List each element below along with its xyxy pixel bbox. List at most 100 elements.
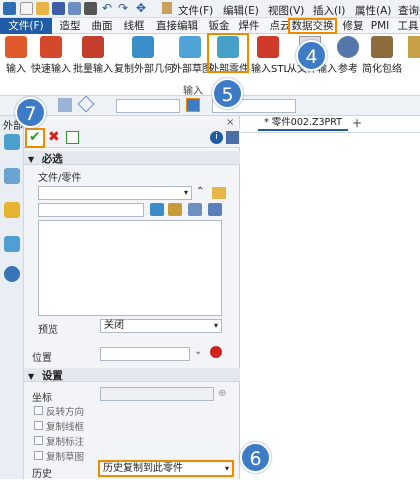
tab-divider bbox=[241, 132, 420, 133]
sketch-icon[interactable] bbox=[168, 203, 182, 216]
copy-wireframe-label: 复制线框 bbox=[46, 422, 85, 433]
undo-icon[interactable]: ↶ bbox=[102, 1, 112, 15]
user-icon[interactable] bbox=[4, 266, 20, 282]
external-sketch-icon bbox=[179, 36, 201, 58]
batch-import-icon bbox=[82, 36, 104, 58]
tools-overflow-icon[interactable] bbox=[408, 36, 420, 58]
open-folder-icon[interactable] bbox=[212, 187, 226, 199]
image-icon[interactable] bbox=[4, 236, 20, 252]
panel-close-icon[interactable]: × bbox=[226, 117, 234, 128]
filter-icon[interactable] bbox=[188, 203, 202, 216]
callout-6: 6 bbox=[240, 442, 271, 473]
import-stl-button[interactable]: 输入STL bbox=[251, 36, 289, 75]
group-label-input: 输入 bbox=[183, 86, 203, 97]
new-file-icon[interactable] bbox=[20, 2, 33, 15]
cube-icon[interactable] bbox=[4, 202, 20, 218]
simplify-wrap-icon bbox=[371, 36, 393, 58]
expand-icon[interactable]: ⌃ bbox=[196, 186, 204, 197]
open-folder-icon[interactable] bbox=[36, 2, 49, 15]
quick-import-button[interactable]: 快速输入 bbox=[31, 36, 71, 75]
collapse-icon: ▼ bbox=[28, 372, 35, 381]
section-required[interactable]: ▼ 必选 bbox=[24, 151, 240, 165]
tab-modeling[interactable]: 造型 bbox=[56, 18, 84, 34]
file-part-label: 文件/零件 bbox=[38, 173, 82, 184]
reverse-direction-label: 反转方向 bbox=[46, 407, 85, 418]
help-icon[interactable] bbox=[226, 131, 239, 144]
copy-sketch-label: 复制草图 bbox=[46, 452, 85, 463]
batch-import-button[interactable]: 批量输入 bbox=[73, 36, 113, 75]
history-label: 历史 bbox=[32, 469, 52, 480]
print-icon[interactable] bbox=[84, 2, 97, 15]
coord-label: 坐标 bbox=[32, 393, 52, 404]
import-button[interactable]: 输入 bbox=[3, 36, 29, 75]
redo-icon[interactable]: ↷ bbox=[118, 1, 128, 15]
menu-insert[interactable]: 插入(I) bbox=[313, 3, 345, 18]
part-icon[interactable] bbox=[150, 203, 164, 216]
tab-sheetmetal[interactable]: 钣金 bbox=[205, 18, 233, 34]
callout-4: 4 bbox=[296, 40, 327, 71]
menu-attributes[interactable]: 属性(A) bbox=[355, 3, 391, 18]
copy-wireframe-checkbox[interactable] bbox=[34, 421, 43, 430]
document-tab[interactable]: * 零件002.Z3PRT bbox=[258, 117, 348, 131]
tab-repair[interactable]: 修复 bbox=[340, 18, 366, 34]
quick-import-icon bbox=[40, 36, 62, 58]
document-area bbox=[241, 116, 420, 479]
save-all-icon[interactable] bbox=[68, 2, 81, 15]
history-select[interactable]: 历史复制到此零件 ▾ bbox=[98, 460, 234, 477]
copy-geometry-icon bbox=[132, 36, 154, 58]
position-label: 位置 bbox=[32, 353, 52, 364]
section-settings[interactable]: ▼ 设置 bbox=[24, 368, 240, 382]
tab-direct-edit[interactable]: 直接编辑 bbox=[152, 18, 202, 34]
chevron-down-icon[interactable]: ⌄ bbox=[194, 346, 202, 357]
book-icon[interactable] bbox=[162, 2, 172, 14]
reference-icon bbox=[337, 36, 359, 58]
assembly-icon[interactable] bbox=[4, 168, 20, 184]
import-icon bbox=[5, 36, 27, 58]
filter-combo[interactable] bbox=[116, 99, 180, 113]
add-tab-icon[interactable]: + bbox=[352, 116, 362, 130]
menu-file[interactable]: 文件(F) bbox=[178, 3, 213, 18]
preview-select[interactable]: 关闭 ▾ bbox=[100, 319, 222, 333]
tab-file[interactable]: 文件(F) bbox=[0, 18, 52, 34]
callout-5: 5 bbox=[212, 78, 243, 109]
menu-edit[interactable]: 编辑(E) bbox=[223, 3, 259, 18]
history-tree-icon[interactable] bbox=[4, 134, 20, 150]
tab-pmi[interactable]: PMI bbox=[368, 18, 392, 34]
tab-weldment[interactable]: 焊件 bbox=[235, 18, 263, 34]
ok-icon[interactable]: ✔ bbox=[29, 129, 41, 145]
copy-external-geometry-button[interactable]: 复制外部几何 bbox=[114, 36, 174, 75]
part-list[interactable] bbox=[38, 220, 222, 316]
copy-annotation-checkbox[interactable] bbox=[34, 436, 43, 445]
tab-wireframe[interactable]: 线框 bbox=[120, 18, 148, 34]
menu-query[interactable]: 查询(R) bbox=[398, 3, 420, 18]
file-part-combo[interactable]: ▾ bbox=[38, 186, 192, 200]
external-sketch-button[interactable]: 外部草图 bbox=[172, 36, 212, 75]
cancel-icon[interactable]: ✖ bbox=[48, 129, 60, 145]
tab-data-exchange[interactable]: 数据交换 bbox=[288, 18, 337, 34]
pick-icon[interactable]: ⊕ bbox=[218, 388, 226, 399]
collapse-icon: ▼ bbox=[28, 155, 35, 164]
callout-7: 7 bbox=[15, 97, 46, 128]
list-icon[interactable] bbox=[208, 203, 222, 216]
view-icon[interactable] bbox=[58, 98, 72, 112]
tab-surface[interactable]: 曲面 bbox=[88, 18, 116, 34]
coord-field[interactable] bbox=[100, 387, 214, 401]
info-icon[interactable]: i bbox=[210, 131, 223, 144]
save-icon[interactable] bbox=[52, 2, 65, 15]
settings-icon[interactable]: ✥ bbox=[136, 1, 146, 15]
reverse-direction-checkbox[interactable] bbox=[34, 406, 43, 415]
position-field[interactable] bbox=[100, 347, 190, 361]
part-name-field[interactable] bbox=[38, 203, 144, 217]
copy-annotation-label: 复制标注 bbox=[46, 437, 85, 448]
tab-tools[interactable]: 工具 bbox=[396, 18, 420, 34]
simplify-wrap-button[interactable]: 简化包络 bbox=[361, 36, 403, 75]
copy-sketch-checkbox[interactable] bbox=[34, 451, 43, 460]
filter-active-icon[interactable] bbox=[186, 98, 200, 112]
menu-view[interactable]: 视图(V) bbox=[268, 3, 304, 18]
reference-button[interactable]: 参考 bbox=[335, 36, 361, 75]
preview-label: 预览 bbox=[38, 325, 58, 336]
external-part-highlight bbox=[207, 33, 249, 73]
apply-icon[interactable] bbox=[66, 131, 79, 144]
app-logo-icon bbox=[3, 2, 16, 15]
pin-icon[interactable] bbox=[210, 346, 222, 358]
